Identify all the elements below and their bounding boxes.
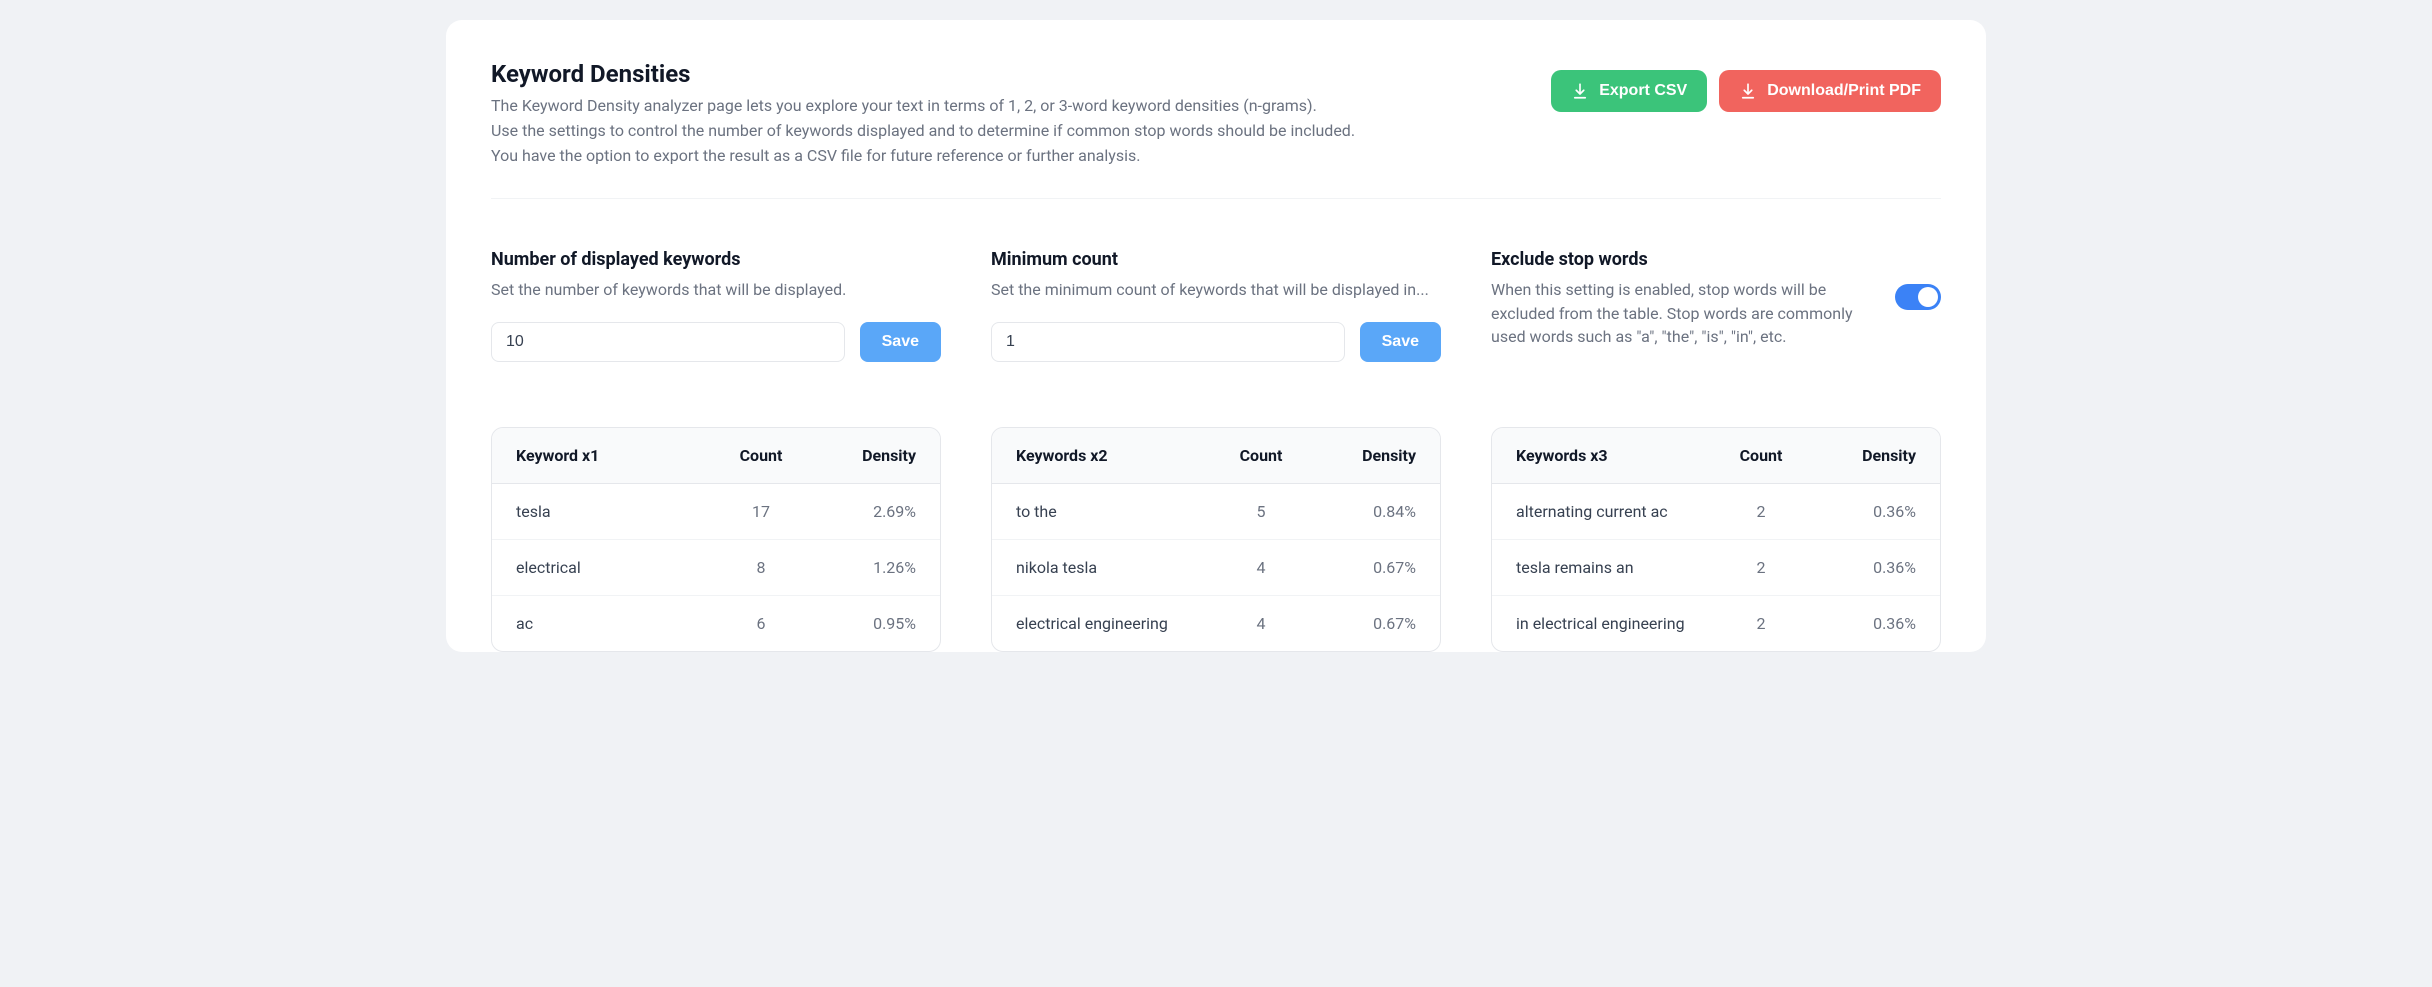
cell-count: 4 [1216,558,1306,577]
cell-density: 1.26% [806,558,916,577]
table-header: Keyword x1 Count Density [492,428,940,484]
table-header: Keywords x2 Count Density [992,428,1440,484]
cell-count: 5 [1216,502,1306,521]
save-displayed-keywords-button[interactable]: Save [860,322,941,362]
cell-density: 0.36% [1806,502,1916,521]
th-density: Density [806,446,916,465]
th-keyword: Keywords x3 [1516,446,1716,465]
download-icon [1739,82,1757,100]
download-pdf-label: Download/Print PDF [1767,82,1921,100]
table-row: electrical 8 1.26% [492,540,940,596]
download-pdf-button[interactable]: Download/Print PDF [1719,70,1941,112]
setting-minimum-count: Minimum count Set the minimum count of k… [991,249,1441,361]
th-count: Count [1716,446,1806,465]
exclude-stop-words-toggle[interactable] [1895,284,1941,310]
cell-count: 4 [1216,614,1306,633]
settings-row: Number of displayed keywords Set the num… [491,199,1941,361]
cell-count: 2 [1716,558,1806,577]
cell-keyword: to the [1016,502,1216,521]
setting-description: Set the minimum count of keywords that w… [991,278,1441,301]
cell-count: 8 [716,558,806,577]
th-density: Density [1806,446,1916,465]
keyword-densities-card: Keyword Densities The Keyword Density an… [446,20,1986,652]
export-csv-label: Export CSV [1599,82,1687,100]
th-keyword: Keywords x2 [1016,446,1216,465]
setting-exclude-stop-words: Exclude stop words When this setting is … [1491,249,1941,361]
cell-keyword: tesla remains an [1516,558,1716,577]
tables-row: Keyword x1 Count Density tesla 17 2.69% … [491,362,1941,652]
cell-count: 17 [716,502,806,521]
header-row: Keyword Densities The Keyword Density an… [491,60,1941,199]
cell-keyword: electrical [516,558,716,577]
cell-keyword: nikola tesla [1016,558,1216,577]
th-count: Count [716,446,806,465]
setting-title: Exclude stop words [1491,249,1941,270]
cell-density: 0.95% [806,614,916,633]
input-row: Save [991,322,1441,362]
keyword-x3-table: Keywords x3 Count Density alternating cu… [1491,427,1941,652]
th-keyword: Keyword x1 [516,446,716,465]
table-row: alternating current ac 2 0.36% [1492,484,1940,540]
input-row: Save [491,322,941,362]
cell-count: 6 [716,614,806,633]
export-csv-button[interactable]: Export CSV [1551,70,1707,112]
cell-keyword: ac [516,614,716,633]
setting-displayed-keywords: Number of displayed keywords Set the num… [491,249,941,361]
download-icon [1571,82,1589,100]
cell-keyword: alternating current ac [1516,502,1716,521]
setting-title: Minimum count [991,249,1441,270]
cell-count: 2 [1716,614,1806,633]
table-row: tesla remains an 2 0.36% [1492,540,1940,596]
setting-description: Set the number of keywords that will be … [491,278,941,301]
table-row: ac 6 0.95% [492,596,940,651]
page-description: The Keyword Density analyzer page lets y… [491,94,1511,168]
page-title: Keyword Densities [491,60,1511,88]
table-row: to the 5 0.84% [992,484,1440,540]
header-actions: Export CSV Download/Print PDF [1551,70,1941,112]
setting-description: When this setting is enabled, stop words… [1491,278,1875,348]
cell-keyword: electrical engineering [1016,614,1216,633]
cell-density: 0.67% [1306,614,1416,633]
th-density: Density [1306,446,1416,465]
setting-toggle-row: When this setting is enabled, stop words… [1491,278,1941,348]
keyword-x1-table: Keyword x1 Count Density tesla 17 2.69% … [491,427,941,652]
minimum-count-input[interactable] [991,322,1345,362]
save-minimum-count-button[interactable]: Save [1360,322,1441,362]
cell-density: 0.67% [1306,558,1416,577]
cell-count: 2 [1716,502,1806,521]
table-row: in electrical engineering 2 0.36% [1492,596,1940,651]
displayed-keywords-input[interactable] [491,322,845,362]
cell-keyword: tesla [516,502,716,521]
cell-density: 0.36% [1806,558,1916,577]
table-row: electrical engineering 4 0.67% [992,596,1440,651]
th-count: Count [1216,446,1306,465]
header-text: Keyword Densities The Keyword Density an… [491,60,1511,168]
table-row: tesla 17 2.69% [492,484,940,540]
cell-density: 2.69% [806,502,916,521]
table-header: Keywords x3 Count Density [1492,428,1940,484]
setting-title: Number of displayed keywords [491,249,941,270]
table-row: nikola tesla 4 0.67% [992,540,1440,596]
cell-keyword: in electrical engineering [1516,614,1716,633]
keyword-x2-table: Keywords x2 Count Density to the 5 0.84%… [991,427,1441,652]
cell-density: 0.84% [1306,502,1416,521]
cell-density: 0.36% [1806,614,1916,633]
